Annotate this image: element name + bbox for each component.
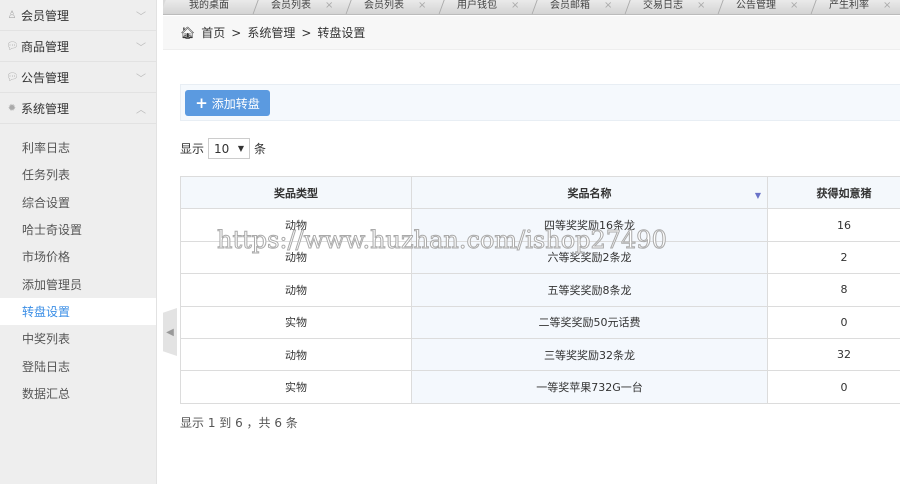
gear-icon: ✹: [7, 102, 17, 114]
prize-name: 二等奖奖励50元话费: [411, 305, 768, 339]
sidebar-menu[interactable]: ♙ 会员管理 ﹀: [0, 0, 156, 31]
sidebar-item[interactable]: 登陆日志: [0, 352, 156, 379]
close-icon[interactable]: ×: [604, 0, 612, 14]
tab-label: 产生利率: [828, 0, 869, 11]
chevron-icon: ︿: [136, 104, 146, 116]
page-length-control: 显示 10 ▼ 条: [180, 138, 266, 159]
sidebar-item[interactable]: 利率日志: [0, 134, 156, 161]
sidebar-item[interactable]: 添加管理员: [0, 270, 156, 297]
sidebar: ♙ 会员管理 ﹀ 💬︎ 商品管理 ﹀ 💬︎ 公告管理 ﹀ ✹ 系统管理 ︿ 利率日志 任务列表 综合设置 哈士…: [0, 0, 157, 484]
prize-name: 三等奖奖励32条龙: [411, 337, 768, 372]
sidebar-menu-label: 系统管理: [21, 101, 70, 116]
prize-type: 动物: [180, 208, 412, 242]
breadcrumb: 🏠︎ 首页 > 系统管理 > 转盘设置: [163, 16, 900, 50]
chevron-icon: ﹀: [136, 73, 146, 85]
tab-label: 用户钱包: [456, 0, 497, 11]
sort-desc-icon: ▼: [754, 191, 761, 200]
tab-label: 交易日志: [642, 0, 683, 11]
breadcrumb-current: 转盘设置: [317, 26, 366, 40]
sidebar-item[interactable]: 综合设置: [0, 189, 156, 216]
length-suffix: 条: [254, 142, 267, 156]
pig-count: 16: [767, 208, 900, 242]
tab-label: 会员列表: [270, 0, 311, 11]
tab-label: 会员列表: [363, 0, 404, 11]
caret-down-icon: ▼: [237, 144, 245, 153]
prize-name: 四等奖奖励16条龙: [411, 208, 768, 242]
breadcrumb-section[interactable]: 系统管理: [247, 24, 295, 41]
table-row: 动物 五等奖奖励8条龙 8: [180, 273, 900, 307]
sidebar-item[interactable]: 转盘设置: [0, 297, 156, 326]
sidebar-menu-label: 商品管理: [21, 39, 70, 54]
tab-label: 公告管理: [735, 0, 776, 11]
collapse-sidebar-handle[interactable]: ◀: [163, 308, 177, 356]
tab-label: 我的桌面: [189, 0, 229, 11]
pig-count: 8: [767, 273, 900, 307]
breadcrumb-separator: >: [231, 25, 242, 40]
sidebar-item[interactable]: 任务列表: [0, 161, 156, 188]
page-length-value: 10: [214, 141, 230, 156]
tab-label: 会员邮箱: [549, 0, 590, 11]
length-prefix: 显示: [180, 142, 205, 156]
column-header-type[interactable]: 奖品类型: [180, 175, 412, 210]
pig-count: 0: [767, 370, 900, 404]
pig-count: 0: [767, 305, 900, 339]
tab-bar: 我的桌面 会员列表 × 会员列表 × 用户钱包 × 会员邮箱 × 交易日志 × 公告管理 × 产生利率 ×: [163, 0, 900, 15]
prize-type: 动物: [180, 240, 412, 275]
chevron-icon: ﹀: [136, 42, 146, 54]
breadcrumb-home[interactable]: 首页: [201, 24, 225, 41]
sidebar-menu[interactable]: ✹ 系统管理 ︿: [0, 93, 156, 124]
close-icon[interactable]: ×: [883, 0, 891, 14]
table-row: 动物 四等奖奖励16条龙 16: [180, 208, 900, 242]
prize-type: 动物: [180, 337, 412, 372]
tab[interactable]: 公告管理 ×: [718, 0, 817, 14]
breadcrumb-separator: >: [301, 25, 312, 40]
sidebar-item[interactable]: 市场价格: [0, 243, 156, 270]
table-row: 动物 六等奖奖励2条龙 2: [180, 240, 900, 275]
home-icon: 🏠︎: [180, 25, 196, 40]
prize-type: 实物: [180, 305, 412, 339]
chevron-icon: ﹀: [136, 11, 146, 23]
prize-name: 五等奖奖励8条龙: [411, 273, 768, 307]
tab[interactable]: 会员列表 ×: [253, 0, 352, 14]
pig-count: 2: [767, 240, 900, 275]
sidebar-item[interactable]: 数据汇总: [0, 380, 156, 407]
close-icon[interactable]: ×: [697, 0, 705, 14]
chat-icon: 💬︎: [6, 71, 19, 83]
close-icon[interactable]: ×: [418, 0, 426, 14]
tab[interactable]: 产生利率 ×: [811, 0, 900, 14]
column-header-pigs[interactable]: 获得如意猪: [767, 175, 900, 210]
prize-type: 动物: [180, 273, 412, 307]
sidebar-menu[interactable]: 💬︎ 商品管理 ﹀: [0, 31, 156, 62]
prize-table: 奖品类型 奖品名称 ▼ 获得如意猪 动物 四等奖奖励16条龙 16 动物 六等奖奖励2条龙…: [180, 175, 900, 404]
sidebar-menu-label: 会员管理: [21, 8, 70, 23]
table-info: 显示 1 到 6 ，共 6 条: [180, 416, 298, 430]
close-icon[interactable]: ×: [325, 0, 333, 14]
prize-name: 一等奖苹果732G一台: [411, 370, 768, 404]
table-row: 实物 二等奖奖励50元话费 0: [180, 305, 900, 339]
toolbar: + 添加转盘: [180, 84, 900, 121]
tab[interactable]: 会员邮箱 ×: [532, 0, 631, 14]
tab[interactable]: 交易日志 ×: [625, 0, 724, 14]
column-header-name[interactable]: 奖品名称 ▼: [411, 175, 768, 210]
sidebar-item[interactable]: 哈士奇设置: [0, 216, 156, 243]
sidebar-menu[interactable]: 💬︎ 公告管理 ﹀: [0, 62, 156, 93]
user-icon: ♙: [7, 9, 17, 21]
sidebar-item[interactable]: 中奖列表: [0, 325, 156, 352]
sidebar-menu-label: 公告管理: [21, 70, 70, 85]
close-icon[interactable]: ×: [790, 0, 798, 14]
table-row: 实物 一等奖苹果732G一台 0: [180, 370, 900, 404]
tab[interactable]: 我的桌面: [163, 0, 259, 14]
pig-count: 32: [767, 337, 900, 372]
table-row: 动物 三等奖奖励32条龙 32: [180, 337, 900, 372]
add-wheel-button[interactable]: + 添加转盘: [185, 90, 270, 116]
add-wheel-label: 添加转盘: [211, 96, 260, 111]
page-length-select[interactable]: 10 ▼: [208, 138, 251, 159]
chat-icon: 💬︎: [6, 40, 19, 52]
prize-type: 实物: [180, 370, 412, 404]
close-icon[interactable]: ×: [511, 0, 519, 14]
prize-name: 六等奖奖励2条龙: [411, 240, 768, 275]
tab[interactable]: 会员列表 ×: [346, 0, 445, 14]
plus-icon: +: [195, 94, 208, 112]
tab[interactable]: 用户钱包 ×: [439, 0, 538, 14]
